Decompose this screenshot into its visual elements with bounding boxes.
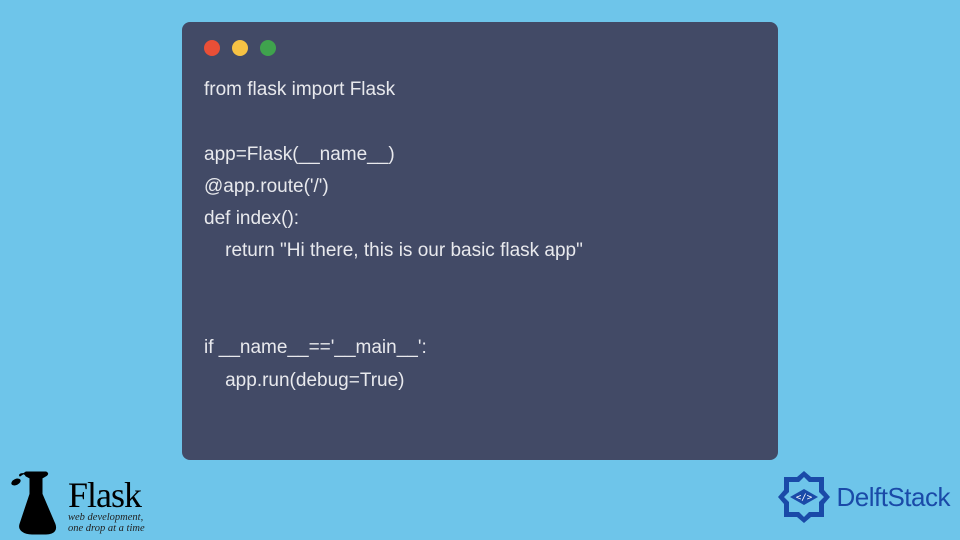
close-icon xyxy=(204,40,220,56)
code-line: return "Hi there, this is our basic flas… xyxy=(204,240,583,261)
minimize-icon xyxy=(232,40,248,56)
code-content: from flask import Flask app=Flask(__name… xyxy=(204,74,756,397)
traffic-lights xyxy=(204,40,756,56)
maximize-icon xyxy=(260,40,276,56)
flask-logo: Flask web development, one drop at a tim… xyxy=(6,470,145,538)
flask-text: Flask web development, one drop at a tim… xyxy=(68,474,145,534)
flask-icon xyxy=(6,470,62,538)
code-window: from flask import Flask app=Flask(__name… xyxy=(182,22,778,460)
svg-text:</>: </> xyxy=(795,493,812,503)
flask-title: Flask xyxy=(68,474,145,516)
delftstack-icon: </> xyxy=(775,468,833,526)
delftstack-logo: </> DelftStack xyxy=(775,468,951,526)
code-line: def index(): xyxy=(204,208,299,229)
delftstack-title: DelftStack xyxy=(837,482,951,513)
code-line: if __name__=='__main__': xyxy=(204,337,427,358)
code-line: app.run(debug=True) xyxy=(204,370,405,391)
code-line: from flask import Flask xyxy=(204,79,395,100)
flask-subtitle: web development, one drop at a time xyxy=(68,512,145,534)
code-line: app=Flask(__name__) xyxy=(204,144,395,165)
code-line: @app.route('/') xyxy=(204,176,329,197)
